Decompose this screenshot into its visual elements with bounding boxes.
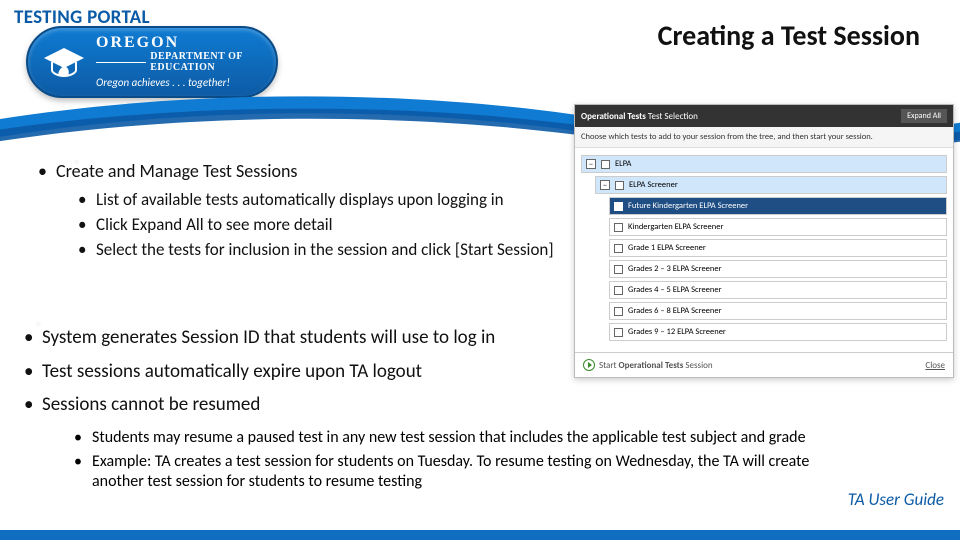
tree-row-g1[interactable]: Grade 1 ELPA Screener (609, 239, 947, 257)
tree-label: Grades 4 – 5 ELPA Screener (628, 285, 722, 295)
ta-user-guide-link[interactable]: TA User Guide (848, 489, 944, 510)
panel-footer: Start Operational Tests Session Close (575, 352, 953, 377)
checkbox[interactable] (601, 160, 610, 169)
subbullet-expand-all: Click Expand All to see more detail (78, 214, 562, 235)
checkbox[interactable] (614, 307, 623, 316)
subbullet-list-tests: List of available tests automatically di… (78, 189, 562, 210)
subbullet-resume-paused: Students may resume a paused test in any… (74, 428, 830, 448)
tree-label: ELPA (615, 159, 631, 169)
slide-header: TESTING PORTAL Creating a Test Session O… (0, 0, 960, 110)
bullet-create-manage: Create and Manage Test Sessions List of … (36, 160, 562, 260)
content-main: Create and Manage Test Sessions List of … (36, 160, 562, 270)
tree-row-elpa[interactable]: − ELPA (581, 155, 947, 173)
tree-label: Grades 2 – 3 ELPA Screener (628, 264, 722, 274)
checkbox[interactable] (614, 265, 623, 274)
tree-row-elpa-screener[interactable]: − ELPA Screener (595, 176, 947, 194)
slide-title: Creating a Test Session (658, 18, 920, 53)
play-icon (583, 359, 595, 371)
bullet-no-resume: Sessions cannot be resumed (24, 391, 562, 419)
panel-instructions: Choose which tests to add to your sessio… (575, 127, 953, 148)
collapse-icon[interactable]: − (586, 159, 596, 169)
checkbox[interactable] (614, 223, 623, 232)
grad-cap-icon (40, 38, 88, 86)
checkbox[interactable] (614, 286, 623, 295)
logo-tagline: Oregon achieves . . . together! (96, 77, 276, 89)
tree-row-g45[interactable]: Grades 4 – 5 ELPA Screener (609, 281, 947, 299)
bullet-session-id: System generates Session ID that student… (24, 324, 562, 352)
subbullet-resume-example: Example: TA creates a test session for s… (74, 452, 830, 492)
tree-label: Kindergarten ELPA Screener (628, 222, 723, 232)
collapse-icon[interactable]: − (600, 180, 610, 190)
checkbox[interactable] (614, 244, 623, 253)
tree-row-kg[interactable]: Kindergarten ELPA Screener (609, 218, 947, 236)
tree-label: ELPA Screener (629, 180, 678, 190)
checkbox[interactable] (615, 181, 624, 190)
test-tree: − ELPA − ELPA Screener Future Kindergart… (575, 148, 953, 352)
panel-header: Operational Tests Test Selection Expand … (575, 105, 953, 127)
tree-label: Future Kindergarten ELPA Screener (628, 201, 748, 211)
start-session-button[interactable]: Start Operational Tests Session (583, 359, 713, 371)
footer-bar (0, 530, 960, 540)
test-selection-panel: Operational Tests Test Selection Expand … (574, 104, 954, 378)
start-label: Start Operational Tests Session (599, 360, 713, 371)
bullet-auto-expire: Test sessions automatically expire upon … (24, 358, 562, 386)
checkbox[interactable] (614, 328, 623, 337)
ode-logo: OREGON DEPARTMENT OF EDUCATION Oregon ac… (26, 26, 278, 98)
tree-row-g23[interactable]: Grades 2 – 3 ELPA Screener (609, 260, 947, 278)
tree-row-g68[interactable]: Grades 6 – 8 ELPA Screener (609, 302, 947, 320)
tree-row-future-k[interactable]: Future Kindergarten ELPA Screener (609, 197, 947, 215)
content-lower-sub: Students may resume a paused test in any… (74, 428, 830, 496)
subbullet-select-start: Select the tests for inclusion in the se… (78, 239, 562, 260)
tree-label: Grades 9 – 12 ELPA Screener (628, 327, 726, 337)
checkbox[interactable] (614, 202, 623, 211)
tree-label: Grade 1 ELPA Screener (628, 243, 706, 253)
tree-row-g912[interactable]: Grades 9 – 12 ELPA Screener (609, 323, 947, 341)
content-lower: System generates Session ID that student… (24, 324, 562, 425)
tree-label: Grades 6 – 8 ELPA Screener (628, 306, 722, 316)
expand-all-button[interactable]: Expand All (901, 109, 947, 123)
close-link[interactable]: Close (925, 360, 945, 371)
panel-title: Operational Tests Test Selection (581, 111, 698, 122)
logo-text: OREGON DEPARTMENT OF EDUCATION Oregon ac… (96, 35, 276, 88)
logo-dept: DEPARTMENT OF EDUCATION (96, 52, 276, 73)
logo-state: OREGON (96, 35, 276, 52)
